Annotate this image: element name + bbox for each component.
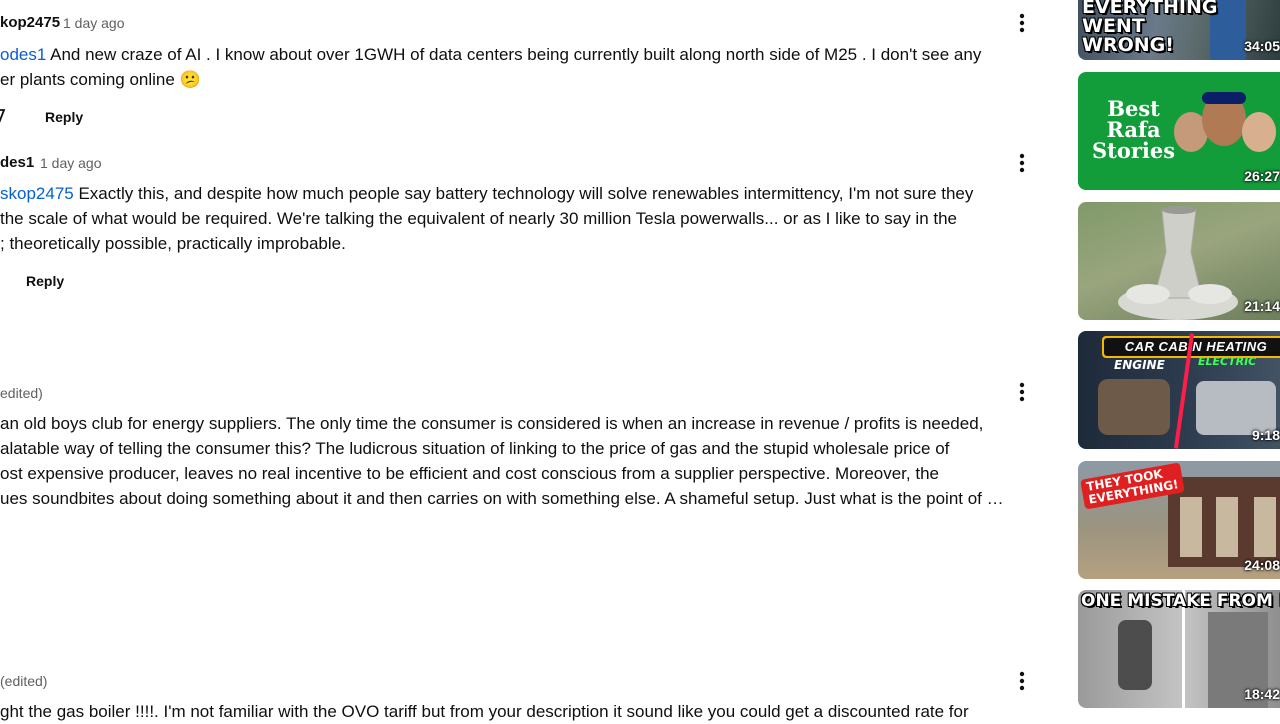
thumbnail-title: ONE MISTAKE FROM DEATH: [1081, 591, 1280, 611]
video-thumbnail[interactable]: 21:14: [1078, 202, 1280, 320]
dislike-icon[interactable]: [0, 107, 8, 127]
thumbnail-label: ENGINE: [1114, 358, 1165, 372]
video-thumbnail[interactable]: EVERYTHING WENT WRONG! 34:05: [1078, 0, 1280, 60]
engine-icon: [1098, 379, 1170, 435]
video-thumbnail[interactable]: Best Rafa Stories 26:27: [1078, 72, 1280, 190]
thumbnail-person: [1118, 620, 1152, 690]
comment-text: ; theoretically possible, practically im…: [0, 234, 346, 253]
headband-icon: [1202, 92, 1246, 104]
comment-text: alatable way of telling the consumer thi…: [0, 439, 950, 458]
video-thumbnail[interactable]: THEY TOOK EVERYTHING! 24:08: [1078, 461, 1280, 579]
comment-text[interactable]: ues soundbites about doing something abo…: [0, 486, 1004, 511]
comment-text: odes1 And new craze of AI . I know about…: [0, 45, 982, 64]
comment-time[interactable]: 1 day ago: [63, 15, 125, 31]
comment-author[interactable]: kop2475: [0, 14, 60, 31]
comment-text: skop2475 Exactly this, and despite how m…: [0, 184, 974, 203]
action-menu-icon[interactable]: [1010, 151, 1034, 175]
comment-text: ght the gas boiler !!!!. I'm not familia…: [0, 702, 969, 721]
action-menu-icon[interactable]: [1010, 380, 1034, 404]
comment-text: an old boys club for energy suppliers. T…: [0, 414, 984, 433]
comment-text: the scale of what would be required. We'…: [0, 209, 958, 228]
comment-time[interactable]: 1 day ago: [40, 155, 102, 171]
video-duration: 18:42: [1244, 686, 1280, 702]
video-duration: 21:14: [1244, 298, 1280, 314]
comment-text: er plants coming online 😕: [0, 70, 201, 89]
action-menu-icon[interactable]: [1010, 669, 1034, 693]
video-duration: 9:18: [1251, 427, 1280, 443]
video-duration: 34:05: [1244, 38, 1280, 54]
comment-time[interactable]: edited): [0, 385, 43, 401]
reply-button[interactable]: Reply: [26, 273, 64, 289]
mention-link[interactable]: odes1: [0, 45, 46, 64]
comment-text: ost expensive producer, leaves no real i…: [0, 464, 939, 483]
video-thumbnail[interactable]: CAR CABIN HEATING ENGINE ELECTRIC 9:18: [1078, 331, 1280, 449]
thumbnail-window: [1180, 497, 1202, 557]
video-thumbnail[interactable]: ONE MISTAKE FROM DEATH 18:42: [1078, 590, 1280, 708]
action-menu-icon[interactable]: [1010, 11, 1034, 35]
reply-button[interactable]: Reply: [45, 109, 83, 125]
thumbnail-window: [1254, 497, 1276, 557]
thumbnail-label: ELECTRIC: [1198, 355, 1257, 368]
video-duration: 26:27: [1244, 168, 1280, 184]
mention-link[interactable]: skop2475: [0, 184, 74, 203]
thumbnail-title: EVERYTHING WENT WRONG!: [1082, 0, 1218, 56]
thumbnail-title: Best Rafa Stories: [1092, 96, 1176, 163]
comment-time[interactable]: (edited): [0, 673, 47, 689]
comment-author[interactable]: des1: [0, 154, 34, 171]
video-duration: 24:08: [1244, 557, 1280, 573]
thumbnail-face: [1242, 112, 1276, 152]
thumbnail-window: [1216, 497, 1238, 557]
